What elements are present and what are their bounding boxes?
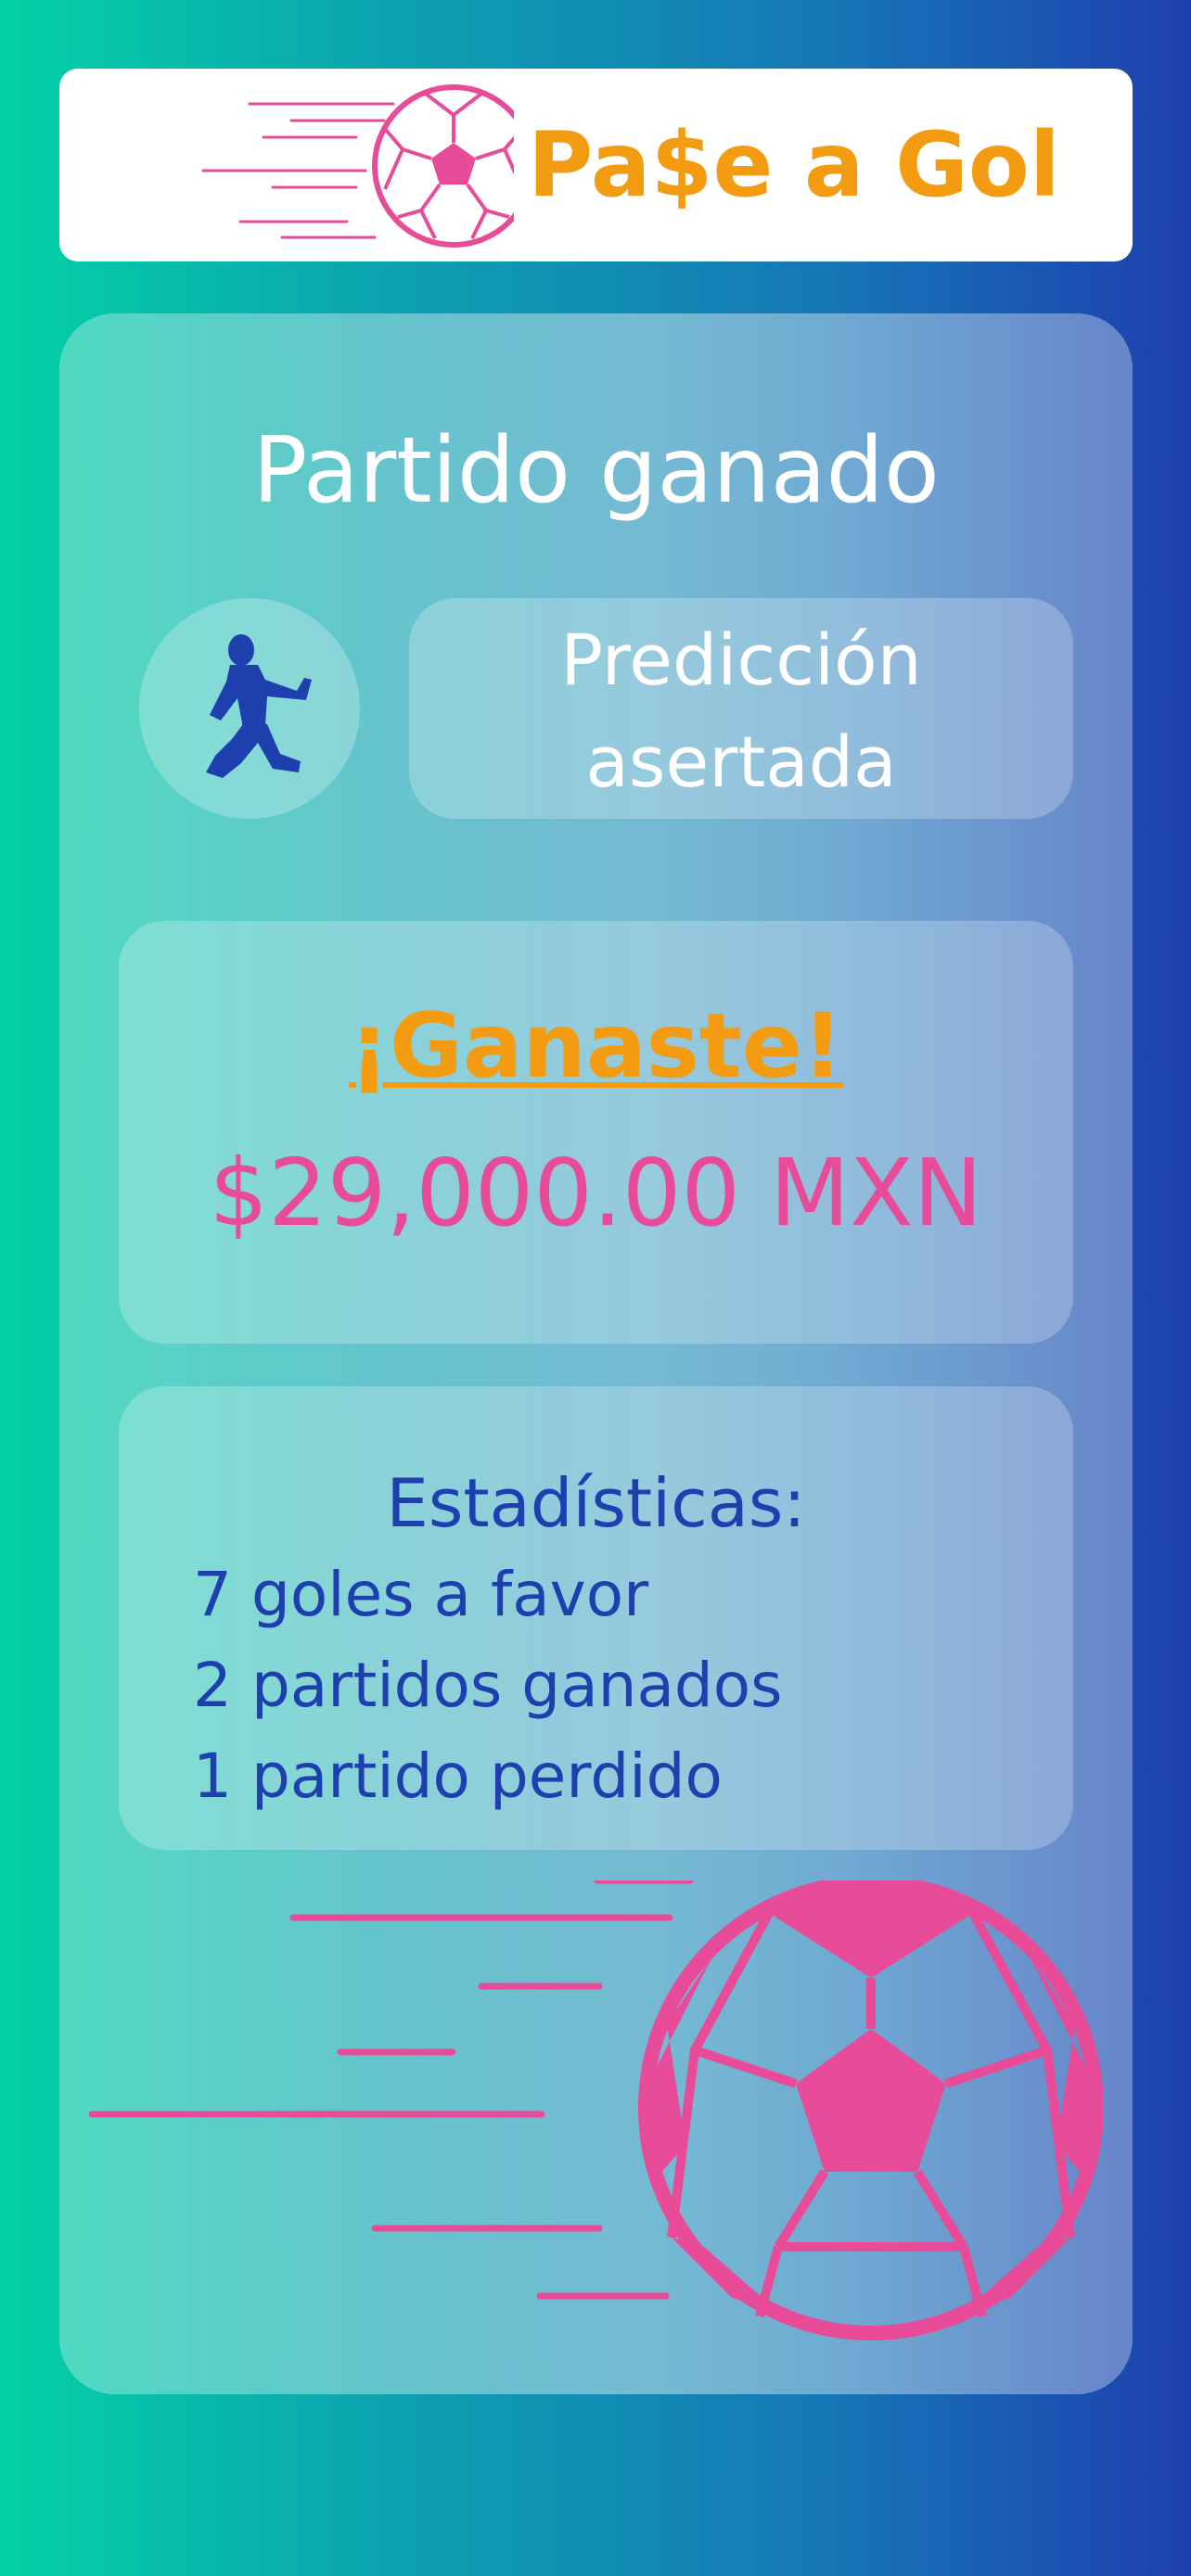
celebrating-player-icon [206,634,312,778]
prediction-text: Predicción asertada [409,609,1073,813]
prize-amount: $29,000.00 MXN [209,1139,983,1247]
stats-line-won: 2 partidos ganados [193,1650,783,1721]
soccer-ball-icon [201,84,514,248]
soccer-ball-decoration-icon [88,1881,1104,2340]
avatar [139,598,360,819]
brand-name: Pa$e a Gol [528,113,1060,217]
stats-line-goals: 7 goles a favor [193,1559,649,1630]
stats-line-lost: 1 partido perdido [193,1741,723,1812]
prediction-badge: Predicción asertada [409,598,1073,819]
prediction-line-2: asertada [585,721,897,803]
result-card: Partido ganado Predicción asertada ¡Gana… [59,313,1133,2394]
app-header: Pa$e a Gol [59,69,1133,261]
prediction-line-1: Predicción [560,618,922,701]
stats-panel: Estadísticas: 7 goles a favor 2 partidos… [119,1386,1073,1850]
prize-title: ¡Ganaste! [349,994,843,1098]
page-title: Partido ganado [252,418,940,524]
prize-panel: ¡Ganaste! $29,000.00 MXN [119,921,1073,1344]
stats-title: Estadísticas: [386,1464,806,1542]
